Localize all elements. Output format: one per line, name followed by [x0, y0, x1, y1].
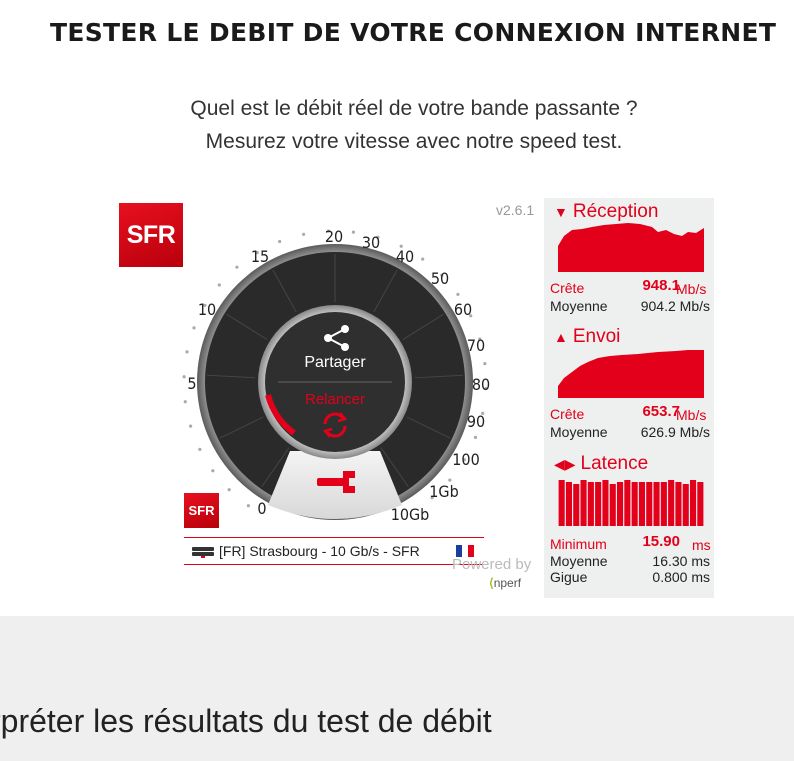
tick-dot: [198, 447, 202, 451]
subtitle-line-2: Mesurez votre vitesse avec notre speed t…: [205, 130, 623, 153]
latency-bar: [675, 482, 682, 526]
subtitle-line-1: Quel est le débit réel de votre bande pa…: [190, 97, 638, 120]
tick-dot: [217, 283, 221, 287]
tick-dot: [185, 350, 189, 354]
latency-graph: [558, 480, 704, 526]
tick-dot: [483, 361, 487, 366]
latency-bar: [631, 482, 638, 526]
scale-label: 80: [472, 375, 490, 394]
latency-avg-label: Moyenne: [550, 553, 608, 569]
stats-panel: ▼ Réception Crête 948.1 Mb/s Moyenne 904…: [544, 198, 714, 598]
server-selector[interactable]: [FR] Strasbourg - 10 Gb/s - SFR: [184, 537, 484, 565]
scale-label: 30: [362, 233, 380, 252]
upload-peak-value: 653.7: [642, 403, 680, 420]
upload-peak-unit: Mb/s: [676, 407, 707, 423]
latency-avg-value: 16.30 ms: [652, 553, 710, 569]
reception-avg-value: 904.2 Mb/s: [640, 298, 710, 314]
latency-bar: [580, 480, 587, 526]
latency-jitter-label: Gigue: [550, 569, 588, 585]
tick-dot: [227, 488, 231, 492]
latency-bar: [646, 482, 653, 526]
sfr-small-logo: SFR: [184, 493, 219, 528]
latency-jitter-value: 0.800 ms: [652, 569, 710, 585]
tick-dot: [473, 435, 478, 439]
scale-label: 5: [187, 374, 196, 393]
latency-bar: [595, 482, 602, 526]
latency-bar: [565, 482, 572, 526]
share-button[interactable]: Partager: [304, 354, 366, 371]
latency-bar: [617, 482, 624, 526]
latency-bar: [690, 480, 697, 526]
upload-avg-label: Moyenne: [550, 424, 608, 440]
tick-dot: [192, 326, 196, 330]
upload-graph: [558, 350, 704, 398]
latency-bar: [587, 482, 594, 526]
powered-by-label: Powered by: [452, 556, 532, 573]
latency-bar: [558, 480, 565, 526]
latency-min-unit: ms: [692, 537, 711, 553]
latency-bar: [573, 484, 580, 526]
tick-dot: [235, 265, 239, 269]
tick-dot: [246, 504, 250, 508]
page-subtitle: Quel est le débit réel de votre bande pa…: [0, 92, 794, 158]
reception-avg-label: Moyenne: [550, 298, 608, 314]
tick-dot: [182, 375, 186, 379]
latency-title: Latence: [580, 453, 649, 474]
latency-min-label: Minimum: [550, 536, 607, 552]
scale-label: 60: [454, 300, 472, 319]
upload-avg-value: 626.9 Mb/s: [640, 424, 710, 440]
restart-button[interactable]: Relancer: [305, 391, 365, 408]
scale-label: 40: [396, 247, 414, 266]
latency-bar: [697, 482, 704, 526]
latency-bar: [609, 484, 616, 526]
latency-bar: [660, 482, 667, 526]
scale-label: 90: [467, 412, 485, 431]
upload-title: Envoi: [572, 326, 621, 347]
version-label: v2.6.1: [496, 202, 535, 218]
reception-header: ▼ Réception: [554, 201, 658, 223]
tick-dot: [211, 469, 215, 473]
tick-dot: [456, 292, 460, 296]
server-name[interactable]: [FR] Strasbourg - 10 Gb/s - SFR: [219, 543, 456, 559]
tick-dot: [278, 239, 282, 244]
latency-bar: [653, 482, 660, 526]
scale-label: 1Gb: [429, 482, 458, 501]
download-arrow-icon: ▼: [554, 204, 568, 220]
latency-bar: [668, 480, 675, 526]
reception-graph: [558, 223, 704, 272]
server-icon: [192, 546, 214, 558]
scale-label: 0: [257, 499, 266, 518]
latency-bar: [682, 484, 689, 526]
reception-peak-label: Crête: [550, 280, 585, 296]
nperf-logo[interactable]: ⟨nperf: [489, 576, 521, 590]
scale-label: 10: [198, 300, 216, 319]
upload-header: ▲ Envoi: [554, 326, 620, 348]
scale-label: 10Gb: [391, 505, 430, 524]
upload-arrow-icon: ▲: [554, 329, 568, 345]
latency-bar: [638, 482, 645, 526]
scale-label: 15: [251, 247, 269, 266]
latency-bar: [624, 480, 631, 526]
latency-min-value: 15.90: [642, 533, 680, 550]
tick-dot: [351, 230, 356, 234]
scale-label: 70: [467, 336, 485, 355]
latency-header: ◀▶ Latence: [554, 453, 648, 475]
scale-label: 100: [452, 450, 479, 469]
tick-dot: [188, 424, 193, 428]
upload-peak-label: Crête: [550, 406, 585, 422]
latency-bar: [602, 480, 609, 526]
scale-label: 50: [431, 269, 449, 288]
speed-gauge: Partager Relancer 0 5 10 15 20 30 40 50 60 70 80 90…: [182, 227, 490, 524]
section-heading: rpréter les résultats du test de débit: [0, 703, 492, 739]
reception-peak-value: 948.1: [642, 277, 680, 294]
nperf-logo-text: nperf: [493, 576, 522, 590]
tick-dot: [421, 257, 425, 261]
tick-dot: [302, 232, 306, 236]
tick-dot: [183, 400, 187, 404]
reception-title: Réception: [572, 201, 659, 222]
page-title: TESTER LE DEBIT DE VOTRE CONNEXION INTER…: [50, 18, 777, 47]
scale-label: 20: [325, 227, 343, 246]
reception-peak-unit: Mb/s: [676, 281, 707, 297]
latency-arrows-icon: ◀▶: [554, 455, 576, 472]
